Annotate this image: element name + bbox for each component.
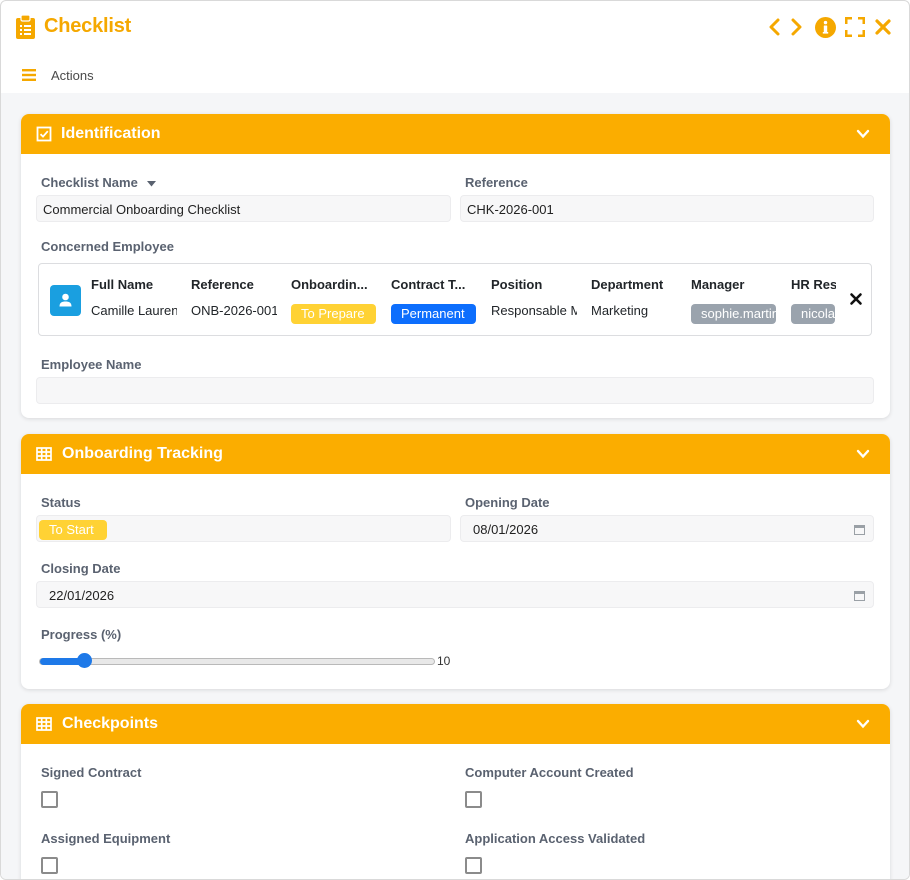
identification-panel: Identification Checklist Name Commercial… <box>21 114 890 418</box>
tracking-header[interactable]: Onboarding Tracking <box>21 434 890 474</box>
opening-date-value: 08/01/2026 <box>473 522 539 537</box>
closing-date-value: 22/01/2026 <box>49 588 115 603</box>
application-access-checkbox[interactable] <box>465 857 482 874</box>
grid-icon <box>36 447 52 461</box>
tracking-panel: Onboarding Tracking Status To Start Open… <box>21 434 890 689</box>
clipboard-icon <box>16 15 35 39</box>
employee-name-field[interactable] <box>36 377 874 404</box>
closing-date-label: Closing Date <box>41 561 121 576</box>
opening-date-field[interactable]: 08/01/2026 <box>460 515 874 542</box>
title-bar: Checklist <box>1 1 909 53</box>
col-department: Department <box>591 277 664 292</box>
employee-card[interactable]: Full Name Reference Onboardin... Contrac… <box>38 263 872 336</box>
checklist-name-label: Checklist Name <box>41 175 157 190</box>
chevron-down-icon <box>856 719 870 729</box>
chevron-left-icon <box>769 18 780 36</box>
actions-menu[interactable]: Actions <box>51 68 94 83</box>
avatar <box>50 285 81 316</box>
checkbox-square-icon <box>36 126 52 142</box>
person-icon <box>59 293 72 307</box>
reference-field[interactable]: CHK-2026-001 <box>460 195 874 222</box>
progress-slider-thumb[interactable] <box>77 653 93 668</box>
col-contract: Contract T... <box>391 277 466 292</box>
status-field[interactable]: To Start <box>36 515 451 542</box>
close-button[interactable] <box>872 15 894 39</box>
checkpoints-panel: Checkpoints Signed Contract Computer Acc… <box>21 704 890 879</box>
status-badge: To Start <box>39 520 107 540</box>
col-hr: HR Res <box>791 277 836 292</box>
caret-down-icon[interactable] <box>147 180 157 187</box>
next-button[interactable] <box>786 15 808 39</box>
col-position: Position <box>491 277 543 292</box>
window-title: Checklist <box>44 15 132 37</box>
chevron-down-icon <box>856 449 870 459</box>
checklist-name-label-text: Checklist Name <box>41 175 138 190</box>
col-manager: Manager <box>691 277 745 292</box>
cell-reference: ONB-2026-001 <box>191 303 277 318</box>
checklist-window: Checklist Actions Identification Checkli… <box>0 0 910 880</box>
closing-date-field[interactable]: 22/01/2026 <box>36 581 874 608</box>
application-access-label: Application Access Validated <box>465 831 646 846</box>
computer-account-checkbox[interactable] <box>465 791 482 808</box>
cell-department: Marketing <box>591 303 649 318</box>
identification-title: Identification <box>61 125 161 142</box>
calendar-icon[interactable] <box>854 590 865 601</box>
progress-slider-track[interactable] <box>39 658 435 665</box>
maximize-button[interactable] <box>844 15 866 39</box>
assigned-equipment-checkbox[interactable] <box>41 857 58 874</box>
form-content: Identification Checklist Name Commercial… <box>1 93 909 879</box>
assigned-equipment-label: Assigned Equipment <box>41 831 171 846</box>
cell-position: Responsable Marketing <box>491 303 577 318</box>
opening-date-label: Opening Date <box>465 495 550 510</box>
progress-value: 10 <box>437 654 451 668</box>
status-label: Status <box>41 495 81 510</box>
hr-badge: nicolas <box>791 304 835 324</box>
signed-contract-checkbox[interactable] <box>41 791 58 808</box>
chevron-right-icon <box>791 18 802 36</box>
calendar-icon[interactable] <box>854 524 865 535</box>
checkpoints-title: Checkpoints <box>62 715 159 732</box>
concerned-employee-label: Concerned Employee <box>41 239 174 254</box>
close-icon <box>875 19 891 35</box>
checklist-name-field[interactable]: Commercial Onboarding Checklist <box>36 195 451 222</box>
remove-employee-icon[interactable] <box>849 292 863 306</box>
identification-header[interactable]: Identification <box>21 114 890 154</box>
col-onboarding: Onboardin... <box>291 277 368 292</box>
manager-badge: sophie.martin <box>691 304 776 324</box>
reference-label: Reference <box>465 175 528 190</box>
onboarding-status-badge: To Prepare <box>291 304 376 324</box>
info-icon <box>814 16 836 38</box>
expand-icon <box>845 17 865 37</box>
checkpoints-header[interactable]: Checkpoints <box>21 704 890 744</box>
computer-account-label: Computer Account Created <box>465 765 634 780</box>
tracking-title: Onboarding Tracking <box>62 445 223 462</box>
employee-name-label: Employee Name <box>41 357 142 372</box>
previous-button[interactable] <box>763 15 785 39</box>
contract-type-badge: Permanent <box>391 304 476 324</box>
cell-full-name: Camille Laurent <box>91 303 177 318</box>
hamburger-menu-icon[interactable] <box>22 69 36 81</box>
progress-label: Progress (%) <box>41 627 122 642</box>
grid-icon <box>36 717 52 731</box>
chevron-down-icon <box>856 129 870 139</box>
info-button[interactable] <box>814 15 836 39</box>
signed-contract-label: Signed Contract <box>41 765 142 780</box>
col-full-name: Full Name <box>91 277 154 292</box>
col-reference: Reference <box>191 277 254 292</box>
toolbar: Actions <box>1 57 909 93</box>
